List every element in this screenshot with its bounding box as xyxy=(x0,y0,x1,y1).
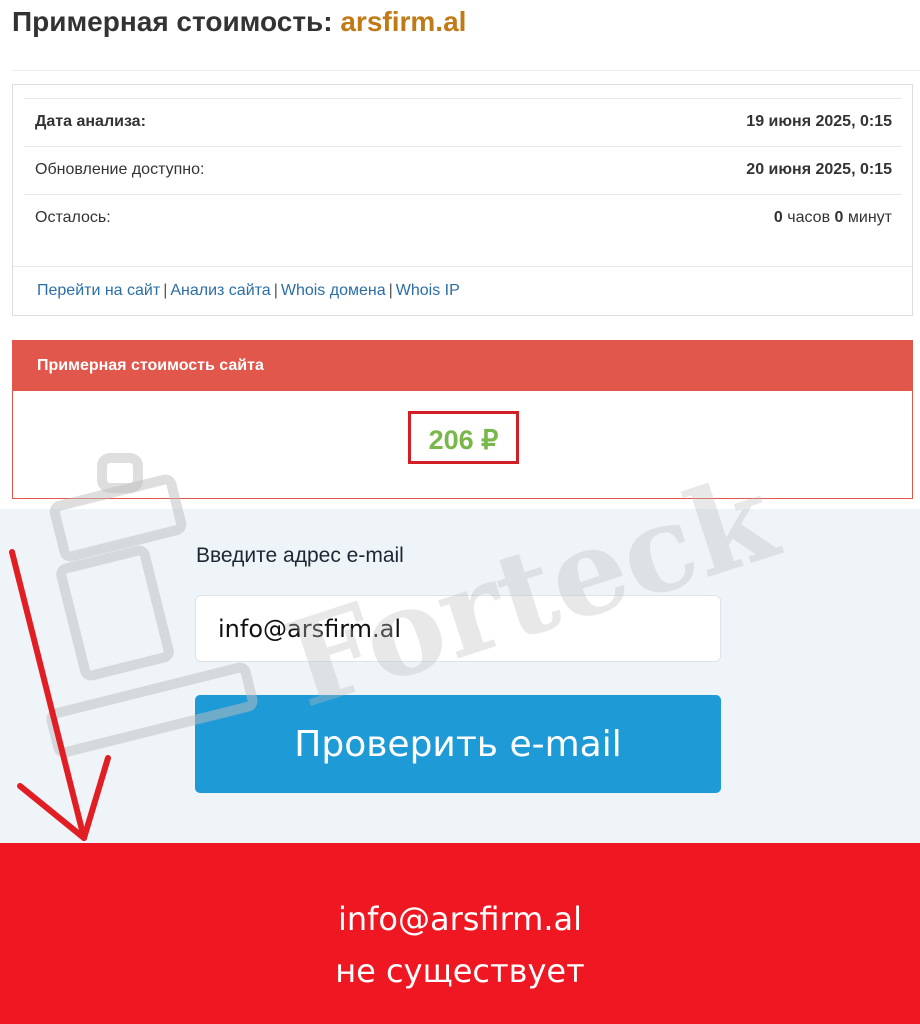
time-remaining-value: 0 часов 0 минут xyxy=(774,209,892,227)
site-links: Перейти на сайт | Анализ сайта | Whois домен… xyxy=(37,282,460,300)
page-title-prefix: Примерная стоимость: xyxy=(12,6,333,37)
update-available-row: Обновление доступно: 20 июня 2025, 0:15 xyxy=(24,146,902,194)
link-site-analysis[interactable]: Анализ сайта xyxy=(170,282,270,299)
link-separator: | xyxy=(388,282,393,299)
page-title: Примерная стоимость: arsfirm.al xyxy=(12,6,466,38)
analysis-date-label: Дата анализа: xyxy=(35,113,146,130)
link-go-to-site[interactable]: Перейти на сайт xyxy=(37,282,160,299)
time-remaining-row: Осталось: 0 часов 0 минут xyxy=(24,194,902,242)
minutes-count: 0 xyxy=(834,209,844,226)
email-field-label: Введите адрес e-mail xyxy=(196,544,404,567)
hours-unit: часов xyxy=(787,209,831,226)
link-ip-whois[interactable]: Whois IP xyxy=(396,282,460,299)
card-footer: Перейти на сайт | Анализ сайта | Whois домен… xyxy=(13,266,912,316)
minutes-unit: минут xyxy=(847,209,892,226)
divider xyxy=(12,70,920,71)
time-remaining-label: Осталось: xyxy=(35,209,111,226)
hours-count: 0 xyxy=(773,209,783,226)
update-available-label: Обновление доступно: xyxy=(35,161,205,178)
email-field[interactable] xyxy=(195,595,721,662)
price-card-header: Примерная стоимость сайта xyxy=(13,341,912,391)
analysis-date-row: Дата анализа: 19 июня 2025, 0:15 xyxy=(24,98,902,146)
result-banner: info@arsfirm.al не существует xyxy=(0,843,920,1024)
price-highlight-box: 206 ₽ xyxy=(408,411,519,464)
analysis-card: Дата анализа: 19 июня 2025, 0:15 Обновле… xyxy=(12,84,913,316)
page-title-domain: arsfirm.al xyxy=(340,6,467,37)
price-card-title: Примерная стоимость сайта xyxy=(37,357,264,374)
price-value: 206 ₽ xyxy=(428,425,499,455)
analysis-date-value: 19 июня 2025, 0:15 xyxy=(746,113,892,130)
link-separator: | xyxy=(163,282,168,299)
result-email: info@arsfirm.al xyxy=(337,900,583,938)
result-status: не существует xyxy=(335,952,585,990)
link-separator: | xyxy=(273,282,278,299)
price-card: Примерная стоимость сайта 206 ₽ xyxy=(12,340,913,499)
update-available-value: 20 июня 2025, 0:15 xyxy=(746,161,892,178)
link-domain-whois[interactable]: Whois домена xyxy=(281,282,386,299)
check-email-button[interactable]: Проверить e-mail xyxy=(195,695,721,793)
email-check-section: Введите адрес e-mail Проверить e-mail xyxy=(0,509,920,843)
